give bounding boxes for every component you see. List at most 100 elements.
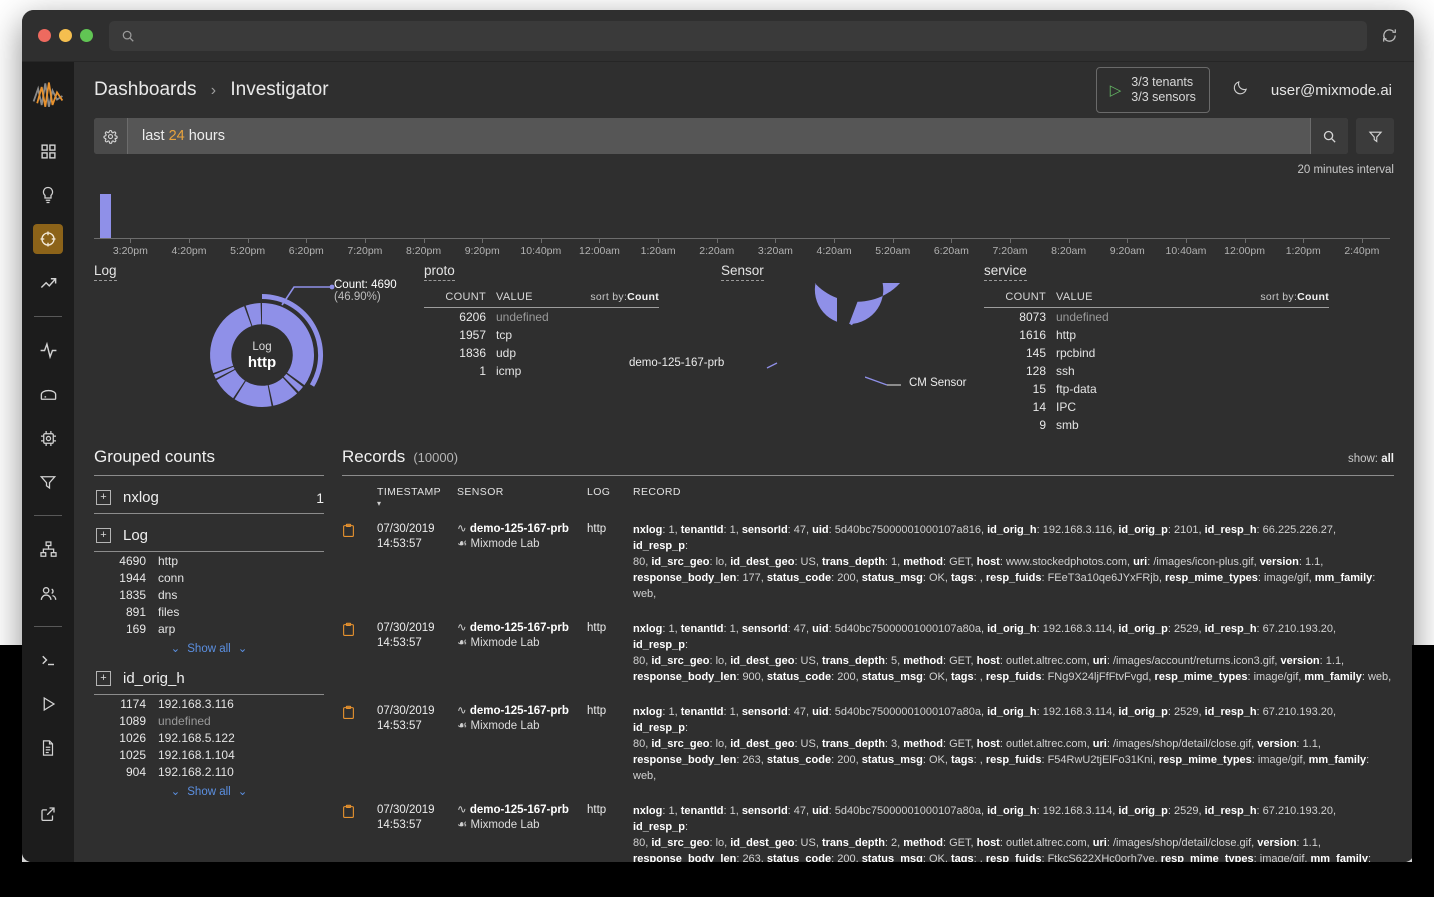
copy-record-button[interactable] bbox=[342, 803, 377, 824]
query-settings-button[interactable] bbox=[94, 118, 128, 154]
plus-box-icon[interactable]: + bbox=[96, 528, 111, 543]
user-email[interactable]: user@mixmode.ai bbox=[1271, 82, 1392, 99]
copy-record-button[interactable] bbox=[342, 704, 377, 725]
grouped-count-group-header[interactable]: + id_orig_h bbox=[94, 663, 324, 694]
table-row[interactable]: 07/30/2019 14:53:57 ∿ demo-125-167-prb ☙ Mi… bbox=[342, 512, 1394, 611]
mixmode-waveform-logo[interactable] bbox=[28, 74, 68, 118]
grouped-count-row[interactable]: 169 arp bbox=[94, 620, 324, 637]
grouped-count-row[interactable]: 904 192.168.2.110 bbox=[94, 763, 324, 780]
sidebar-item-dashboard[interactable] bbox=[33, 136, 63, 166]
service-row[interactable]: 14 IPC bbox=[984, 398, 1329, 416]
service-row-value: rpcbind bbox=[1056, 346, 1096, 360]
grouped-count-row[interactable]: 1174 192.168.3.116 bbox=[94, 695, 324, 712]
table-row[interactable]: 07/30/2019 14:53:57 ∿ demo-125-167-prb ☙ Mi… bbox=[342, 694, 1394, 793]
service-row[interactable]: 9 smb bbox=[984, 416, 1329, 434]
grouped-count-group-header[interactable]: + nxlog 1 bbox=[94, 482, 324, 513]
proto-row[interactable]: 1 icmp bbox=[424, 362, 659, 380]
widget-service-title[interactable]: service bbox=[984, 263, 1027, 281]
grouped-count-row[interactable]: 4690 http bbox=[94, 552, 324, 569]
filter-button[interactable] bbox=[1356, 118, 1394, 154]
sidebar-item-trends[interactable] bbox=[33, 268, 63, 298]
sidebar-item-reports[interactable] bbox=[33, 733, 63, 763]
breadcrumb-root[interactable]: Dashboards bbox=[94, 79, 196, 100]
theme-toggle-button[interactable] bbox=[1232, 79, 1249, 101]
record-sensor-name[interactable]: demo-125-167-prb bbox=[470, 705, 569, 717]
record-detail[interactable]: nxlog: 1, tenantId: 1, sensorId: 47, uid… bbox=[633, 803, 1394, 862]
sidebar-item-filters[interactable] bbox=[33, 467, 63, 497]
proto-row[interactable]: 1836 udp bbox=[424, 344, 659, 362]
grouped-count-row[interactable]: 1026 192.168.5.122 bbox=[94, 729, 324, 746]
sensor-donut-chart[interactable]: demo-125-167-prb CM Sensor bbox=[629, 281, 984, 431]
record-tenant-name[interactable]: Mixmode Lab bbox=[471, 819, 540, 831]
window-controls[interactable] bbox=[38, 29, 93, 42]
reload-button[interactable] bbox=[1381, 27, 1398, 44]
service-sort-control[interactable]: sort by:Count bbox=[1260, 291, 1329, 303]
record-log-type[interactable]: http bbox=[587, 522, 633, 535]
record-tenant-name[interactable]: Mixmode Lab bbox=[471, 637, 540, 649]
sidebar-item-storage[interactable] bbox=[33, 379, 63, 409]
close-window-button[interactable] bbox=[38, 29, 51, 42]
search-button[interactable] bbox=[1310, 118, 1348, 154]
record-log-type[interactable]: http bbox=[587, 621, 633, 634]
show-all-button[interactable]: ⌄ Show all ⌄ bbox=[94, 780, 324, 800]
service-row[interactable]: 128 ssh bbox=[984, 362, 1329, 380]
sidebar-item-console[interactable] bbox=[33, 645, 63, 675]
table-row[interactable]: 07/30/2019 14:53:57 ∿ demo-125-167-prb ☙ Mi… bbox=[342, 611, 1394, 694]
sidebar-item-network[interactable] bbox=[33, 534, 63, 564]
grouped-count-row[interactable]: 1089 undefined bbox=[94, 712, 324, 729]
tenant-icon: ☙ bbox=[457, 538, 468, 550]
timeline-histogram[interactable]: 20 minutes interval 3:20pm 4:20pm 5:20pm 6:… bbox=[94, 164, 1394, 260]
grouped-count-row[interactable]: 1025 192.168.1.104 bbox=[94, 746, 324, 763]
records-show-control[interactable]: show: all bbox=[1348, 453, 1394, 465]
records-col-log[interactable]: LOG bbox=[587, 486, 633, 508]
record-sensor-name[interactable]: demo-125-167-prb bbox=[470, 523, 569, 535]
records-col-sensor[interactable]: SENSOR bbox=[457, 486, 587, 508]
grouped-count-row[interactable]: 1835 dns bbox=[94, 586, 324, 603]
tenants-status-button[interactable]: ▷ 3/3 tenants 3/3 sensors bbox=[1095, 67, 1210, 113]
grouped-count-row[interactable]: 1944 conn bbox=[94, 569, 324, 586]
records-col-record[interactable]: RECORD bbox=[633, 486, 1394, 508]
timeline-bar[interactable] bbox=[100, 194, 111, 238]
widget-sensor-title[interactable]: Sensor bbox=[721, 263, 764, 281]
plus-box-icon[interactable]: + bbox=[96, 671, 111, 686]
record-log-type[interactable]: http bbox=[587, 704, 633, 717]
widget-proto-title[interactable]: proto bbox=[424, 263, 455, 281]
sidebar-item-external[interactable] bbox=[33, 799, 63, 829]
copy-record-button[interactable] bbox=[342, 621, 377, 642]
sidebar-item-insights[interactable] bbox=[33, 180, 63, 210]
table-row[interactable]: 07/30/2019 14:53:57 ∿ demo-125-167-prb ☙ Mi… bbox=[342, 793, 1394, 862]
minimize-window-button[interactable] bbox=[59, 29, 72, 42]
record-detail[interactable]: nxlog: 1, tenantId: 1, sensorId: 47, uid… bbox=[633, 704, 1394, 784]
service-row[interactable]: 15 ftp-data bbox=[984, 380, 1329, 398]
record-detail[interactable]: nxlog: 1, tenantId: 1, sensorId: 47, uid… bbox=[633, 522, 1394, 602]
sidebar-item-run[interactable] bbox=[33, 689, 63, 719]
record-detail[interactable]: nxlog: 1, tenantId: 1, sensorId: 47, uid… bbox=[633, 621, 1394, 685]
search-input[interactable]: last 24 hours bbox=[128, 118, 1310, 154]
sidebar-item-system[interactable] bbox=[33, 423, 63, 453]
record-tenant-name[interactable]: Mixmode Lab bbox=[471, 720, 540, 732]
show-all-button[interactable]: ⌄ Show all ⌄ bbox=[94, 637, 324, 657]
grouped-count-row-count: 891 bbox=[125, 604, 146, 619]
proto-sort-control[interactable]: sort by:Count bbox=[590, 291, 659, 303]
grouped-count-row[interactable]: 891 files bbox=[94, 603, 324, 620]
sidebar-item-investigator[interactable] bbox=[33, 224, 63, 254]
copy-record-button[interactable] bbox=[342, 522, 377, 543]
maximize-window-button[interactable] bbox=[80, 29, 93, 42]
sidebar-item-users[interactable] bbox=[33, 578, 63, 608]
sidebar-item-activity[interactable] bbox=[33, 335, 63, 365]
proto-row[interactable]: 1957 tcp bbox=[424, 326, 659, 344]
grouped-count-group-header[interactable]: + Log bbox=[94, 520, 324, 551]
record-sensor-name[interactable]: demo-125-167-prb bbox=[470, 622, 569, 634]
service-row[interactable]: 8073 undefined bbox=[984, 308, 1329, 326]
record-tenant-name[interactable]: Mixmode Lab bbox=[471, 538, 540, 550]
service-row[interactable]: 1616 http bbox=[984, 326, 1329, 344]
address-bar[interactable] bbox=[109, 20, 1367, 51]
records-col-timestamp[interactable]: TIMESTAMP ▾ bbox=[377, 486, 457, 508]
proto-row[interactable]: 6206 undefined bbox=[424, 308, 659, 326]
widget-log-title[interactable]: Log bbox=[94, 263, 117, 281]
record-sensor-name[interactable]: demo-125-167-prb bbox=[470, 804, 569, 816]
service-row[interactable]: 145 rpcbind bbox=[984, 344, 1329, 362]
record-log-type[interactable]: http bbox=[587, 803, 633, 816]
log-donut-chart[interactable]: Log http Count: 4690 (46.90%) bbox=[94, 279, 424, 431]
plus-box-icon[interactable]: + bbox=[96, 490, 111, 505]
